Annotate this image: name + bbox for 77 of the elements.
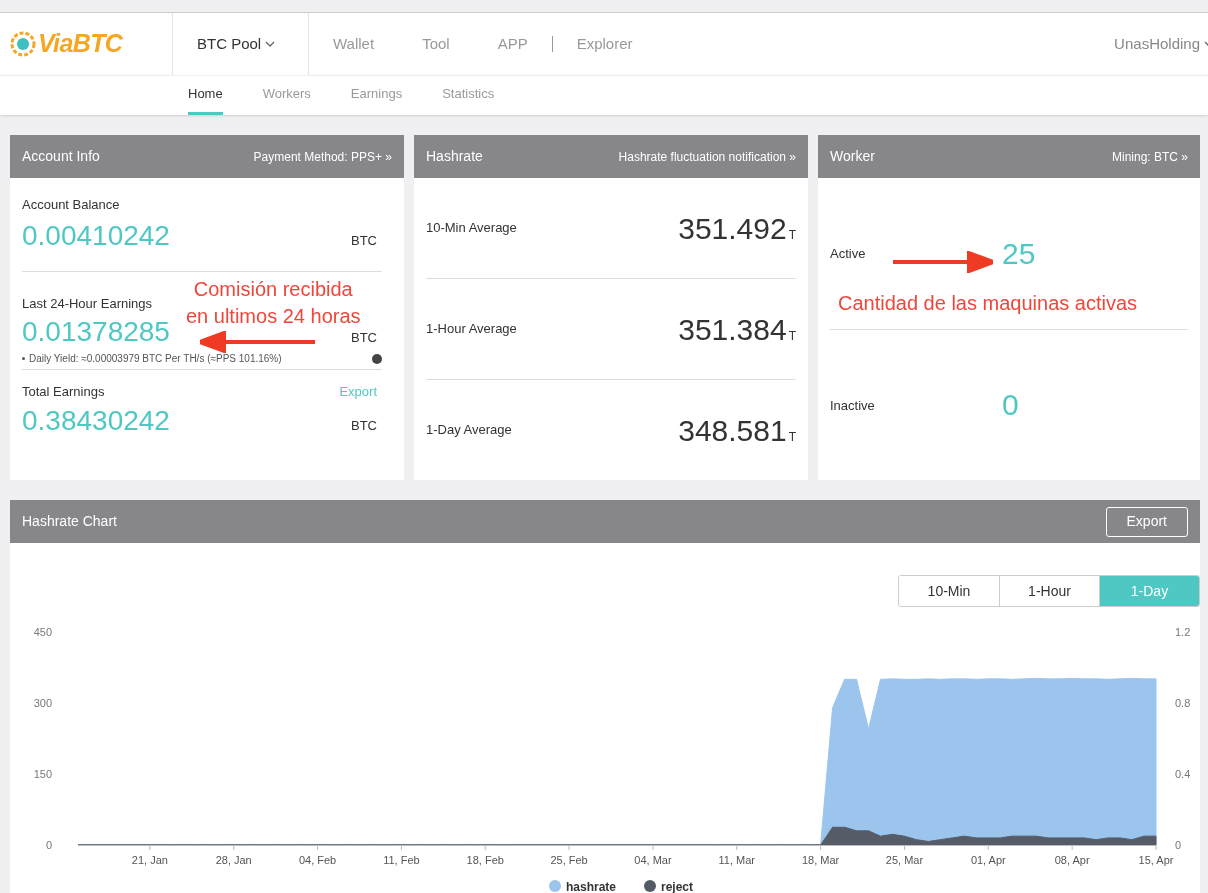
- axis-label: 1.2: [1175, 626, 1191, 638]
- worker-count: 25: [1002, 235, 1036, 272]
- axis-label: 25, Mar: [885, 854, 924, 866]
- nav-item[interactable]: BTC Pool: [172, 13, 309, 75]
- axis-label: 0: [1175, 839, 1182, 851]
- unit-label: BTC: [351, 328, 377, 347]
- card-title: Account Info: [22, 147, 100, 166]
- hashrate-value: 351.492: [678, 210, 787, 247]
- yield-note: Daily Yield: ≈0.00003979 BTC Per TH/s (≈PPS 101.16%): [29, 352, 282, 366]
- coin-icon: [10, 31, 36, 57]
- total-value: 0.38430242: [22, 403, 170, 438]
- bullet-icon: [22, 357, 25, 360]
- subnav-tab[interactable]: Workers: [262, 76, 311, 115]
- header-link[interactable]: Hashrate fluctuation notification »: [618, 147, 796, 166]
- axis-label: 08, Apr: [1054, 854, 1090, 866]
- axis-label: 450: [33, 626, 52, 638]
- header-link[interactable]: Mining: BTC »: [1111, 147, 1188, 166]
- help-icon[interactable]: [372, 353, 382, 364]
- unit-label: T: [788, 327, 796, 345]
- card-title: Worker: [830, 147, 875, 166]
- range-tab[interactable]: 1-Day: [1099, 576, 1199, 606]
- hashrate-value: 351.384: [678, 311, 787, 348]
- annotation-text: en ultimos 24 horas: [186, 304, 361, 329]
- annotation-text: Comisión recibida: [193, 277, 353, 302]
- legend-dot: [644, 880, 656, 892]
- subnav-tab[interactable]: Earnings: [350, 76, 403, 115]
- axis-label: 0: [45, 839, 52, 851]
- legend-label[interactable]: hashrate: [566, 880, 617, 893]
- axis-label: 28, Jan: [215, 854, 252, 866]
- user-menu[interactable]: UnasHolding: [1114, 32, 1208, 56]
- balance-value: 0.00410242: [22, 218, 170, 253]
- card-title: Hashrate: [426, 147, 483, 166]
- header-link[interactable]: Payment Method: PPS+ »: [253, 147, 392, 166]
- legend-label[interactable]: reject: [661, 880, 694, 893]
- arrow-icon: [200, 331, 315, 353]
- field-label: 10-Min Average: [426, 219, 517, 238]
- nav-item[interactable]: Tool: [398, 13, 474, 75]
- export-button[interactable]: Export: [1105, 506, 1188, 537]
- axis-label: 04, Feb: [298, 854, 337, 866]
- field-label: Last 24-Hour Earnings: [22, 294, 153, 313]
- subnav-tab[interactable]: Home: [188, 76, 223, 115]
- unit-label: T: [788, 226, 796, 244]
- nav-item[interactable]: Wallet: [309, 13, 399, 75]
- field-label: Account Balance: [22, 196, 121, 214]
- field-label: Inactive: [830, 397, 875, 413]
- hashrate-value: 348.581: [678, 412, 787, 449]
- arrow-icon: [893, 251, 993, 273]
- axis-label: 11, Mar: [718, 854, 755, 866]
- nav-item[interactable]: APP: [473, 13, 552, 75]
- axis-label: 0.4: [1175, 768, 1191, 780]
- unit-label: BTC: [351, 417, 377, 435]
- unit-label: T: [788, 428, 796, 446]
- axis-label: 18, Feb: [466, 854, 504, 866]
- unit-label: BTC: [351, 232, 377, 250]
- axis-label: 300: [33, 697, 52, 709]
- worker-count: 0: [1002, 387, 1019, 424]
- field-label: Active: [830, 246, 866, 262]
- field-label: Total Earnings: [22, 383, 105, 401]
- axis-label: 0.8: [1175, 697, 1191, 709]
- axis-label: 21, Jan: [131, 854, 168, 866]
- field-label: 1-Hour Average: [426, 320, 517, 339]
- axis-label: 11, Feb: [383, 854, 420, 866]
- axis-label: 15, Apr: [1138, 854, 1174, 866]
- axis-label: 18, Mar: [801, 854, 840, 866]
- axis-label: 01, Apr: [970, 854, 1006, 866]
- subnav-tab[interactable]: Statistics: [442, 76, 495, 115]
- nav-item[interactable]: Explorer: [552, 13, 657, 75]
- earnings-value: 0.01378285: [22, 315, 170, 349]
- axis-label: 25, Feb: [550, 854, 588, 866]
- axis-label: 04, Mar: [634, 854, 672, 866]
- axis-label: 150: [33, 768, 52, 780]
- export-link[interactable]: Export: [339, 382, 377, 402]
- field-label: 1-Day Average: [426, 421, 512, 440]
- logo[interactable]: ViaBTC: [38, 25, 123, 63]
- legend-dot: [549, 880, 561, 892]
- annotation-text: Cantidad de las maquinas activas: [838, 291, 1138, 316]
- card-title: Hashrate Chart: [22, 512, 117, 531]
